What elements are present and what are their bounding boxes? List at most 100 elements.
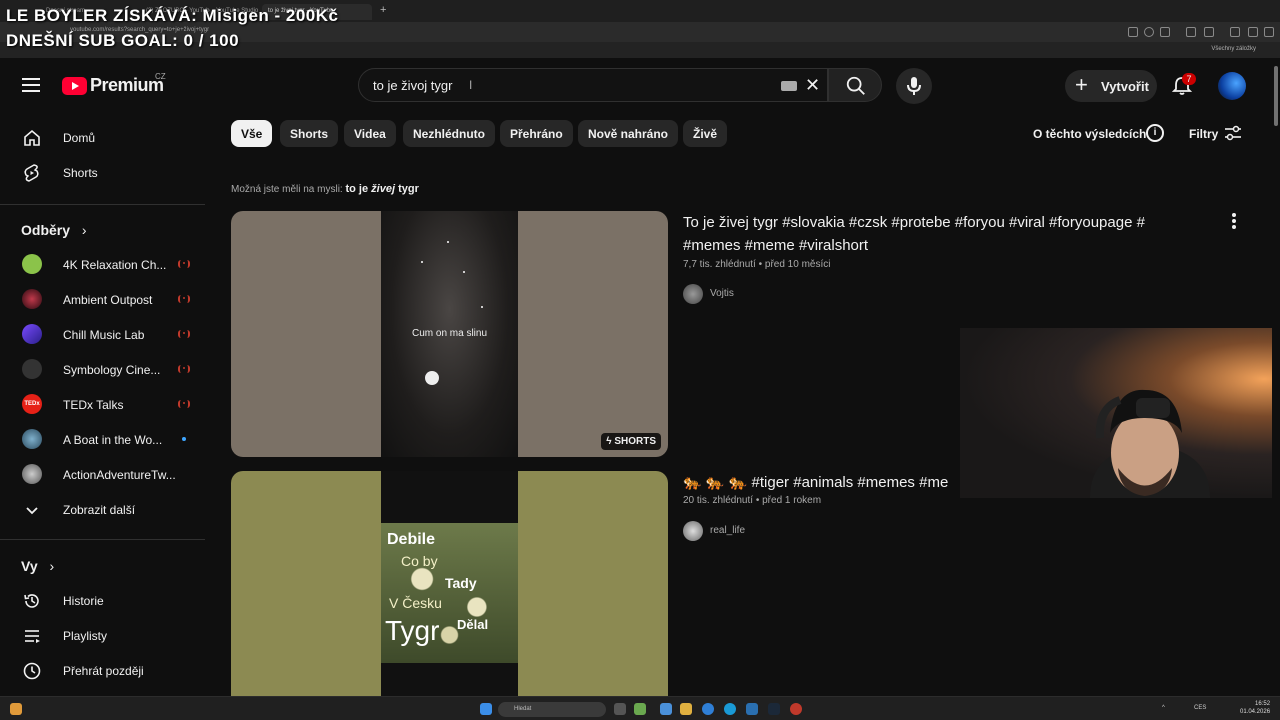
- folder-icon[interactable]: [680, 703, 692, 715]
- filters-icon[interactable]: [1224, 125, 1242, 141]
- obs-icon[interactable]: [790, 703, 802, 715]
- app-icon[interactable]: [634, 703, 646, 715]
- sidebar-item-subscription[interactable]: A Boat in the Wo...: [12, 422, 198, 457]
- app-icon[interactable]: [660, 703, 672, 715]
- tray-chevron-icon[interactable]: ^: [1162, 705, 1165, 711]
- video-title[interactable]: To je živej tygr #slovakia #czsk #proteb…: [683, 211, 1183, 257]
- sidebar-item-subscription[interactable]: 4K Relaxation Ch...: [12, 247, 198, 282]
- edge-icon[interactable]: [724, 703, 736, 715]
- sidebar-item-home[interactable]: Domů: [12, 120, 198, 155]
- all-bookmarks-item[interactable]: Všechny záložky: [1211, 46, 1256, 52]
- chip-watched[interactable]: Přehráno: [500, 120, 573, 147]
- menu-hamburger-icon[interactable]: [22, 78, 40, 92]
- taskbar-clock[interactable]: 16:52 01.04.2026: [1240, 700, 1270, 716]
- sidebar-item-playlists[interactable]: Playlisty: [12, 618, 198, 653]
- short-preview: Debile Co by Tady V Česku Tygr Dělal: [381, 471, 518, 717]
- zoom-icon[interactable]: [1144, 27, 1154, 37]
- account-avatar[interactable]: [1218, 72, 1246, 100]
- upload-age: před 1 rokem: [762, 495, 822, 506]
- sidebar-item-history[interactable]: Historie: [12, 583, 198, 618]
- channel-name: real_life: [710, 525, 746, 536]
- sidebar-item-label: Historie: [63, 594, 104, 608]
- page-scrollbar[interactable]: [1272, 58, 1280, 696]
- video-thumbnail[interactable]: Cum on ma slinu ϟ SHORTS: [231, 211, 668, 457]
- extension-icon[interactable]: [1230, 27, 1240, 37]
- live-icon: [178, 330, 190, 338]
- flowers-image: Debile Co by Tady V Česku Tygr Dělal: [381, 523, 518, 663]
- language-indicator[interactable]: CES: [1194, 705, 1206, 711]
- search-input[interactable]: to je živoj tygr I ✕: [358, 68, 828, 102]
- upload-age: před 10 měsíci: [764, 259, 831, 270]
- show-more-button[interactable]: Zobrazit další: [12, 492, 198, 527]
- sidebar-item-subscription[interactable]: Symbology Cine...: [12, 352, 198, 387]
- chip-shorts[interactable]: Shorts: [280, 120, 339, 147]
- thumbnail-caption: Cum on ma slinu: [411, 328, 488, 339]
- you-heading-label: Vy: [21, 558, 38, 574]
- video-metadata: 7,7 tis. zhlédnutí • před 10 měsíci: [683, 259, 831, 270]
- sidebar-item-watch-later[interactable]: Přehrát později: [12, 653, 198, 688]
- keyboard-icon[interactable]: [781, 81, 797, 91]
- scrollbar-thumb[interactable]: [1274, 66, 1278, 126]
- video-title[interactable]: 🐅 🐅 🐅 #tiger #animals #memes #me: [683, 471, 963, 494]
- channel-name: 4K Relaxation Ch...: [63, 258, 167, 272]
- menu-icon[interactable]: [1264, 27, 1274, 37]
- sidebar-item-label: Playlisty: [63, 629, 108, 643]
- info-icon[interactable]: i: [1146, 124, 1164, 142]
- more-actions-icon[interactable]: [1226, 212, 1242, 230]
- view-count: 20 tis. zhlédnutí: [683, 495, 754, 506]
- thumbnail-word: Tady: [445, 575, 477, 591]
- sidebar-item-subscription[interactable]: TEDx TEDx Talks: [12, 387, 198, 422]
- voice-search-button[interactable]: [896, 68, 932, 104]
- sidebar-item-subscription[interactable]: Chill Music Lab: [12, 317, 198, 352]
- streamer-figure: [1090, 389, 1210, 498]
- suggested-query-link[interactable]: to je živej tygr: [345, 183, 418, 195]
- watch-later-icon: [23, 662, 41, 680]
- weather-icon[interactable]: [10, 703, 22, 715]
- region-code: CZ: [155, 72, 166, 81]
- thumbnail-word: Debile: [387, 531, 436, 548]
- chip-unwatched[interactable]: Nezhlédnuto: [403, 120, 495, 147]
- light-spot: [425, 371, 439, 385]
- chip-recently-uploaded[interactable]: Nově nahráno: [578, 120, 679, 147]
- subscriptions-heading[interactable]: Odběry ›: [21, 222, 87, 238]
- live-icon: [178, 295, 190, 303]
- sidebar-item-shorts[interactable]: Shorts: [12, 155, 198, 190]
- live-icon: [178, 365, 190, 373]
- start-icon[interactable]: [480, 703, 492, 715]
- clear-search-icon[interactable]: ✕: [805, 75, 820, 95]
- chrome-icon[interactable]: [702, 703, 714, 715]
- chevron-right-icon: ›: [49, 558, 55, 574]
- channel-avatar: [22, 289, 42, 309]
- channel-name: Chill Music Lab: [63, 328, 145, 342]
- extension-icon[interactable]: [1204, 27, 1214, 37]
- steam-icon[interactable]: [768, 703, 780, 715]
- about-results-link[interactable]: O těchto výsledcích: [1033, 127, 1146, 141]
- taskbar-search[interactable]: Hledat: [498, 702, 606, 717]
- video-title-line: #memes #meme #viralshort: [683, 237, 869, 254]
- thumbnail-word: Tygr: [385, 615, 440, 646]
- video-thumbnail[interactable]: Debile Co by Tady V Česku Tygr Dělal: [231, 471, 668, 717]
- app-icon[interactable]: [746, 703, 758, 715]
- youtube-premium-logo[interactable]: Premium: [62, 75, 164, 96]
- short-preview: Cum on ma slinu: [381, 211, 518, 457]
- sidebar-item-subscription[interactable]: ActionAdventureTw...: [12, 457, 198, 492]
- shorts-badge-label: SHORTS: [614, 436, 656, 447]
- you-heading[interactable]: Vy ›: [21, 558, 54, 574]
- chip-live[interactable]: Živě: [683, 120, 728, 147]
- new-content-dot: [182, 437, 186, 441]
- bookmark-star-icon[interactable]: [1160, 27, 1170, 37]
- chip-videos[interactable]: Videa: [344, 120, 396, 147]
- new-tab-button[interactable]: +: [380, 4, 386, 16]
- extension-icon[interactable]: [1248, 27, 1258, 37]
- filters-button[interactable]: Filtry: [1189, 127, 1218, 141]
- extension-icon[interactable]: [1128, 27, 1138, 37]
- search-button[interactable]: [828, 68, 882, 102]
- extension-icon[interactable]: [1186, 27, 1196, 37]
- streamer-webcam: [960, 328, 1280, 498]
- chip-all[interactable]: Vše: [231, 120, 273, 147]
- sidebar-item-subscription[interactable]: Ambient Outpost: [12, 282, 198, 317]
- chevron-right-icon: ›: [81, 222, 87, 238]
- create-button[interactable]: + Vytvořit: [1065, 70, 1157, 102]
- channel-name: Vojtis: [710, 288, 734, 299]
- task-view-icon[interactable]: [614, 703, 626, 715]
